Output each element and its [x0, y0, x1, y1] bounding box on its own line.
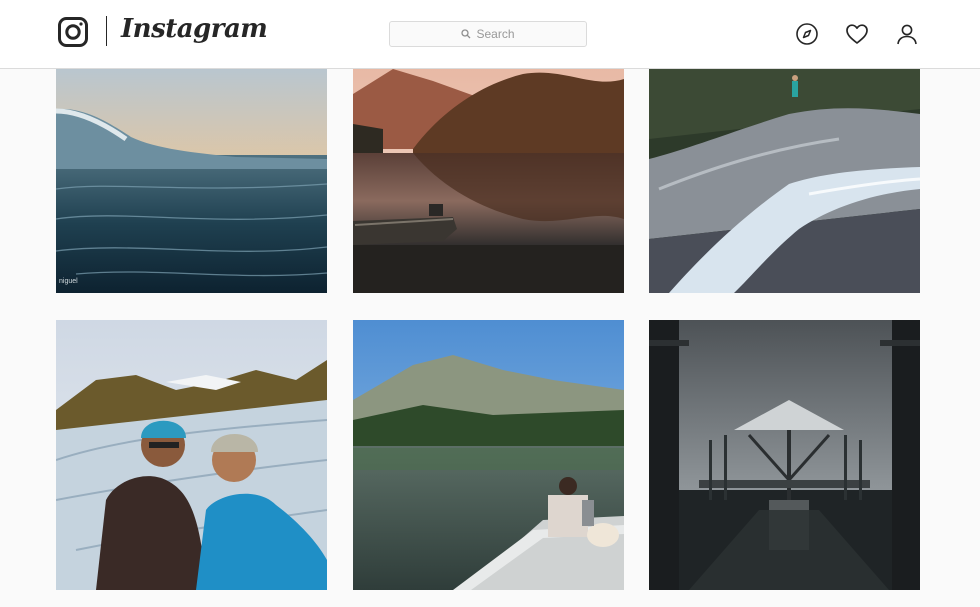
post-thumbnail-ocean-wave[interactable]: niguel	[56, 69, 327, 293]
post-thumbnail-glacier-selfie[interactable]	[56, 320, 327, 590]
instagram-wordmark[interactable]: Instagram	[121, 14, 268, 44]
post-grid: niguel	[56, 69, 920, 607]
post-thumbnail-pavilion-pool[interactable]	[649, 320, 920, 590]
post-thumbnail-lake-boat[interactable]	[353, 69, 624, 293]
instagram-glyph-icon[interactable]	[58, 17, 88, 47]
post-thumbnail-mountain-lake-boat[interactable]	[353, 320, 624, 590]
search-icon	[461, 29, 471, 39]
top-navigation-bar: Instagram Search	[0, 0, 980, 69]
search-placeholder: Search	[476, 27, 515, 41]
profile-icon[interactable]	[895, 22, 919, 46]
photo-watermark: niguel	[59, 278, 78, 285]
compass-icon[interactable]	[795, 22, 819, 46]
post-thumbnail-waterfall[interactable]	[649, 69, 920, 293]
logo-divider	[106, 16, 107, 46]
search-input[interactable]: Search	[389, 21, 587, 47]
heart-icon[interactable]	[845, 22, 869, 46]
